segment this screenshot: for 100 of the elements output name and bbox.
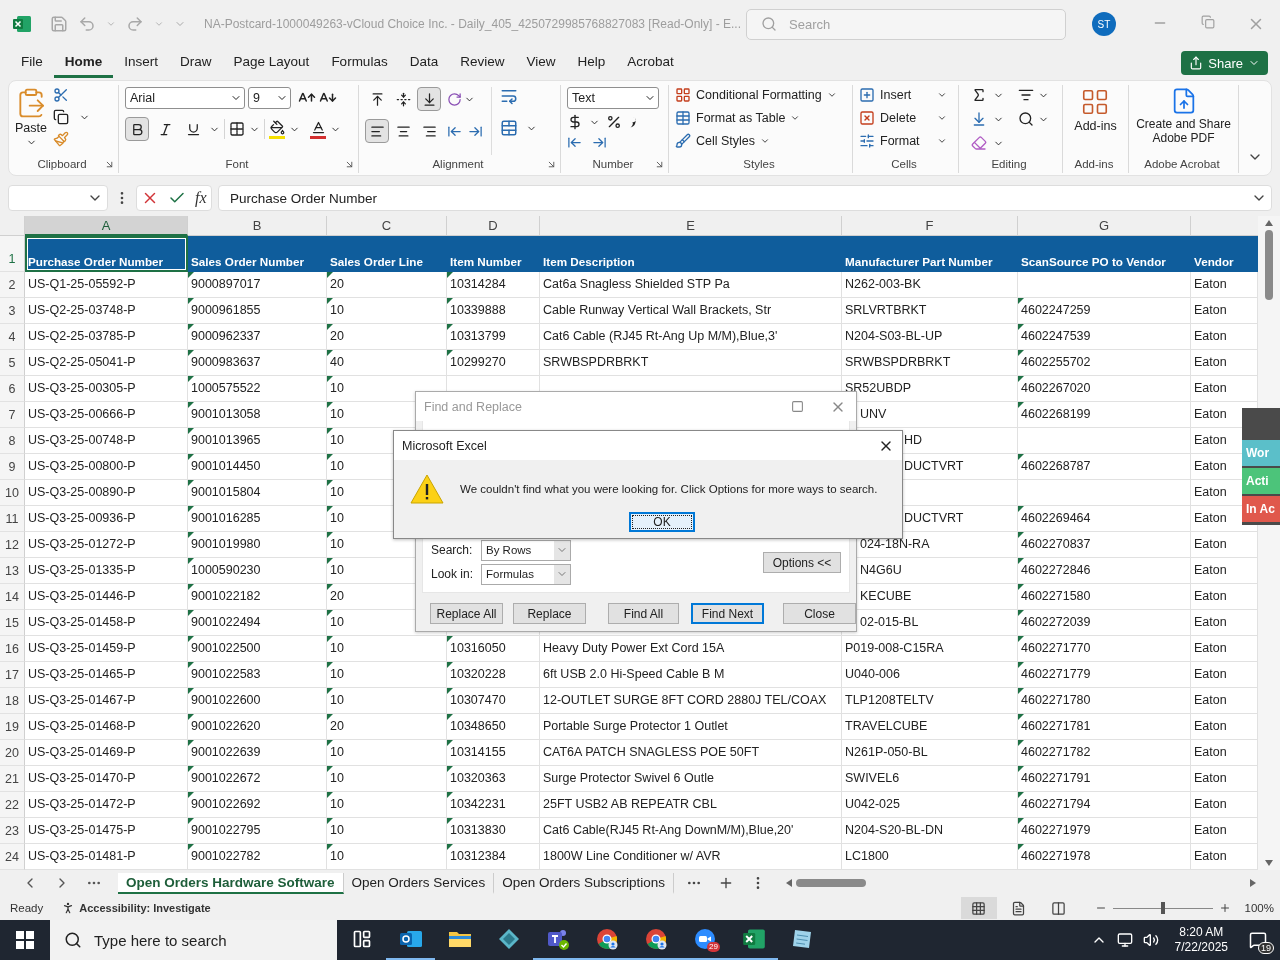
search-icon[interactable] xyxy=(1018,111,1034,127)
styles-menu-button[interactable]: Conditional Formatting xyxy=(675,87,837,103)
user-avatar[interactable]: ST xyxy=(1092,12,1116,36)
row-number[interactable]: 13 xyxy=(0,558,25,584)
scroll-left-icon[interactable] xyxy=(785,879,792,887)
normal-view-button[interactable] xyxy=(960,897,997,919)
cells-menu-button[interactable]: Format xyxy=(859,133,947,149)
menu-tab[interactable]: Home xyxy=(53,48,114,78)
sheet-tab[interactable]: Open Orders Services xyxy=(343,872,495,894)
header-cell[interactable]: Sales Order Line xyxy=(327,236,447,272)
dialog-button[interactable]: Find All xyxy=(607,603,679,624)
row-number[interactable]: 3 xyxy=(0,298,25,324)
borders-icon[interactable] xyxy=(229,121,245,137)
sheet-tab[interactable]: Open Orders Subscriptions xyxy=(494,872,674,894)
bottom-align-button[interactable] xyxy=(417,87,441,111)
menu-tab[interactable]: Acrobat xyxy=(616,48,685,78)
video-app-icon[interactable] xyxy=(692,927,717,951)
volume-icon[interactable] xyxy=(1142,932,1159,948)
search-select[interactable]: By Rows xyxy=(481,539,571,561)
cells-menu-button[interactable]: Delete xyxy=(859,110,947,126)
header-cell[interactable]: ScanSource PO to Vendor xyxy=(1018,236,1191,272)
menu-tab[interactable]: Page Layout xyxy=(222,48,321,78)
header-cell[interactable]: Item Description xyxy=(540,236,842,272)
column-header[interactable]: C xyxy=(327,216,447,236)
dialog-button[interactable]: Replace xyxy=(513,603,586,624)
chrome-app-icon[interactable] xyxy=(643,927,668,951)
menu-tab[interactable]: Data xyxy=(398,48,450,78)
copy-icon[interactable] xyxy=(53,109,69,125)
dialog-button[interactable]: Find Next xyxy=(691,603,764,624)
menu-tab[interactable]: Review xyxy=(449,48,516,78)
row-number[interactable]: 19 xyxy=(0,714,25,740)
sort-filter-icon[interactable] xyxy=(1018,87,1034,103)
row-number[interactable]: 12 xyxy=(0,532,25,558)
row-number[interactable]: 18 xyxy=(0,688,25,714)
header-cell[interactable]: Vendor xyxy=(1191,236,1258,272)
row-number[interactable]: 14 xyxy=(0,584,25,610)
decrease-decimal-icon[interactable] xyxy=(592,135,607,150)
accessibility-button[interactable]: Accessibility: Investigate xyxy=(61,901,211,915)
paintbrush-icon[interactable] xyxy=(53,131,69,147)
options-button[interactable]: Options << xyxy=(763,552,841,573)
eraser-icon[interactable] xyxy=(971,135,987,151)
column-header[interactable]: F xyxy=(842,216,1018,236)
row-number[interactable]: 15 xyxy=(0,610,25,636)
row-number[interactable]: 6 xyxy=(0,376,25,402)
task-view-icon[interactable] xyxy=(351,929,372,949)
fill-icon[interactable] xyxy=(971,111,987,127)
windows-start-icon[interactable] xyxy=(16,931,34,949)
teams-app-icon[interactable] xyxy=(545,927,570,951)
column-header[interactable]: G xyxy=(1018,216,1191,236)
taskbar-search-field[interactable]: Type here to search xyxy=(50,920,337,960)
wrap-text-icon[interactable] xyxy=(500,87,518,105)
paste-button[interactable]: Paste xyxy=(15,87,47,155)
folder-icon[interactable] xyxy=(447,929,472,949)
sheet-tab[interactable]: Open Orders Hardware Software xyxy=(118,872,344,894)
slider-thumb[interactable] xyxy=(1160,902,1165,914)
align-left-button[interactable] xyxy=(365,119,389,143)
row-number[interactable]: 7 xyxy=(0,402,25,428)
row-number[interactable]: 24 xyxy=(0,844,25,870)
look-in-select[interactable]: Formulas xyxy=(481,563,571,585)
row-number[interactable]: 16 xyxy=(0,636,25,662)
side-panel-button[interactable]: In Ac xyxy=(1242,496,1280,522)
sum-icon[interactable] xyxy=(971,87,987,103)
add-ins-button[interactable]: Add-ins xyxy=(1074,87,1117,155)
font-color-icon[interactable] xyxy=(310,119,326,139)
scroll-down-icon[interactable] xyxy=(1265,860,1273,866)
merge-icon[interactable] xyxy=(500,119,518,137)
row-number[interactable]: 9 xyxy=(0,454,25,480)
mail-app-icon[interactable] xyxy=(398,928,423,950)
row-number[interactable]: 10 xyxy=(0,480,25,506)
column-header[interactable]: D xyxy=(447,216,540,236)
scroll-up-icon[interactable] xyxy=(1265,220,1273,226)
bold-button[interactable] xyxy=(125,117,149,141)
scissors-icon[interactable] xyxy=(53,87,69,103)
scroll-right-icon[interactable] xyxy=(1249,879,1256,887)
insert-function-button[interactable]: fx xyxy=(195,189,207,207)
dialog-button[interactable]: Close xyxy=(783,603,856,624)
diamond-app-icon[interactable] xyxy=(497,928,520,950)
scrollbar-thumb[interactable] xyxy=(1265,230,1273,300)
header-cell[interactable]: Purchase Order Number xyxy=(25,236,188,272)
clock[interactable]: 8:20 AM 7/22/2025 xyxy=(1174,925,1228,955)
ok-button[interactable]: OK xyxy=(629,512,695,532)
chrome-app-icon[interactable] xyxy=(594,927,619,951)
scrollbar-thumb[interactable] xyxy=(795,879,866,887)
fill-color-icon[interactable] xyxy=(269,119,285,139)
percent-icon[interactable] xyxy=(606,114,622,130)
font-name-select[interactable]: Arial xyxy=(125,87,245,109)
zoom-in-icon[interactable] xyxy=(1218,902,1231,914)
row-number[interactable]: 23 xyxy=(0,818,25,844)
excel-app-icon[interactable] xyxy=(741,927,766,951)
menu-tab[interactable]: Insert xyxy=(113,48,170,78)
column-header[interactable]: B xyxy=(188,216,327,236)
styles-menu-button[interactable]: Cell Styles xyxy=(675,133,837,149)
currency-icon[interactable] xyxy=(567,114,583,130)
styles-menu-button[interactable]: Format as Table xyxy=(675,110,837,126)
cells-menu-button[interactable]: Insert xyxy=(859,87,947,103)
row-number[interactable]: 22 xyxy=(0,792,25,818)
menu-tab[interactable]: View xyxy=(515,48,567,78)
network-icon[interactable] xyxy=(1116,932,1133,948)
orientation-icon[interactable] xyxy=(447,91,462,107)
menu-tab[interactable]: Draw xyxy=(169,48,223,78)
